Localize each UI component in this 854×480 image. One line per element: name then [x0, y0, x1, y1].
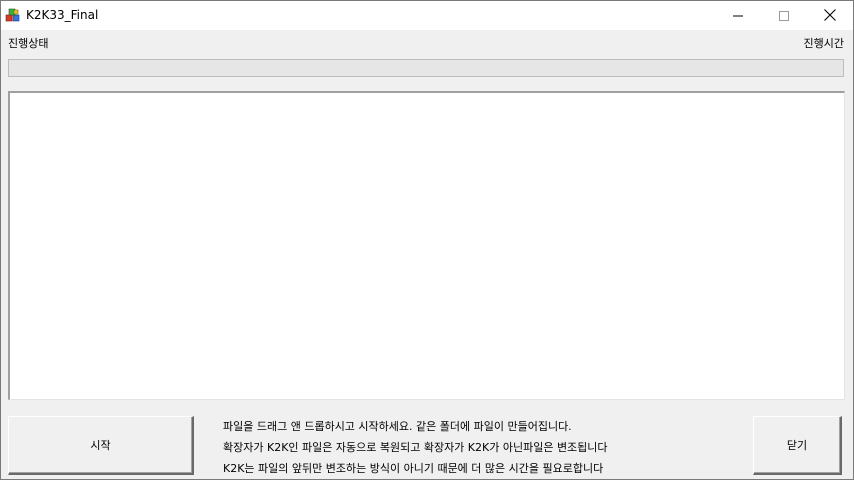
close-button[interactable]: 닫기	[753, 416, 842, 475]
status-label: 진행상태	[8, 37, 49, 50]
close-icon	[824, 6, 836, 25]
title-bar[interactable]: K2K33_Final	[1, 1, 853, 30]
minimize-button[interactable]	[715, 1, 761, 30]
progress-bar	[8, 59, 844, 77]
window-close-button[interactable]	[807, 1, 853, 30]
window-title: K2K33_Final	[26, 8, 99, 22]
app-window: K2K33_Final 진행상태 진행시간 시작 파일을 드래그 앤 드롭하시고…	[0, 0, 854, 480]
maximize-icon	[779, 6, 789, 25]
file-log-list[interactable]	[8, 91, 845, 400]
minimize-icon	[733, 6, 743, 25]
start-button[interactable]: 시작	[8, 416, 194, 475]
app-blocks-icon	[5, 7, 21, 23]
info-text-line-2: 확장자가 K2K인 파일은 자동으로 복원되고 확장자가 K2K가 아닌파일은 …	[223, 441, 608, 454]
info-text-line-1: 파일을 드래그 앤 드롭하시고 시작하세요. 같은 폴더에 파일이 만들어집니다…	[223, 420, 572, 433]
elapsed-time-label: 진행시간	[803, 37, 844, 50]
maximize-button[interactable]	[761, 1, 807, 30]
info-text-line-3: K2K는 파일의 앞뒤만 변조하는 방식이 아니기 때문에 더 많은 시간을 필…	[223, 462, 604, 475]
